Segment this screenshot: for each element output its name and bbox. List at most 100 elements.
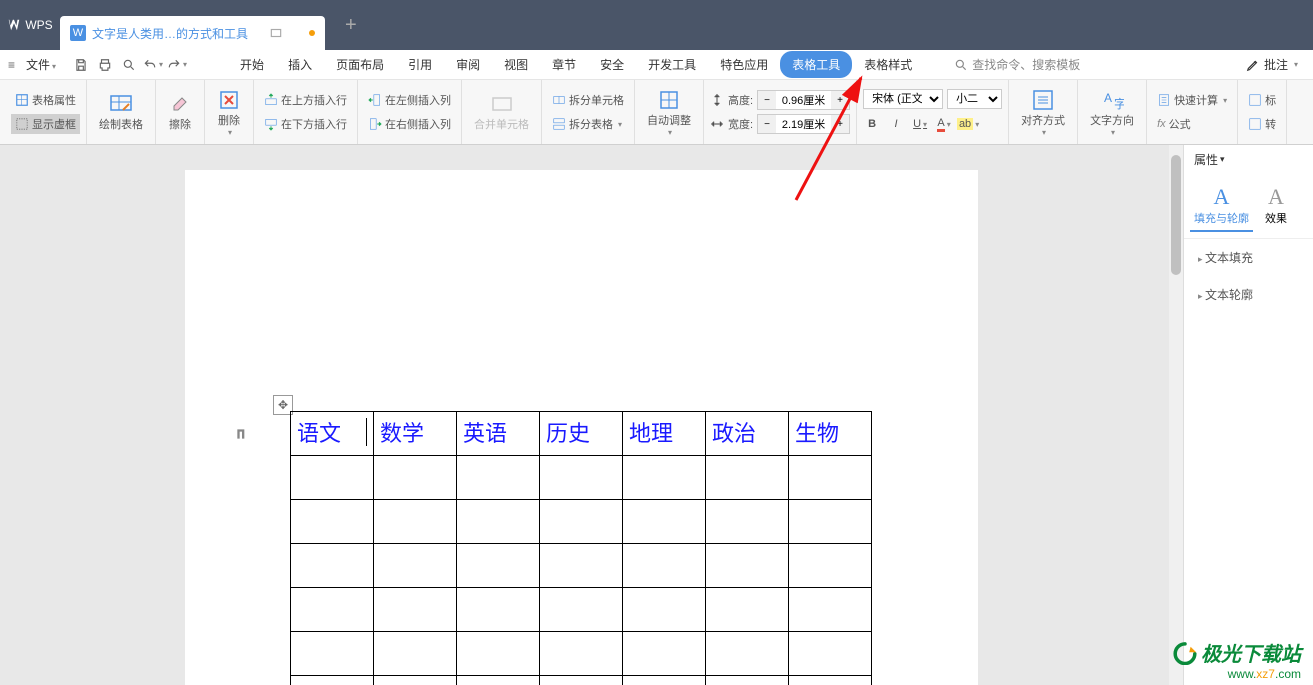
table-cell[interactable] [540,676,623,685]
autofit-button[interactable]: 自动调整 [641,84,697,141]
align-button[interactable]: 对齐方式 [1015,84,1071,141]
table-cell[interactable] [623,500,706,544]
table-cell[interactable]: 英语 [457,412,540,456]
table-cell[interactable] [706,544,789,588]
font-name-select[interactable]: 宋体 (正文) [863,89,943,109]
table-cell[interactable] [374,588,457,632]
table-cell[interactable] [540,456,623,500]
tab-pagelayout[interactable]: 页面布局 [324,51,396,78]
table-cell[interactable] [789,500,872,544]
table-cell[interactable]: 数学 [374,412,457,456]
comments-button[interactable]: 批注 [1236,56,1308,73]
height-stepper[interactable]: − + [757,90,850,110]
table-cell[interactable]: 语文 [291,412,374,456]
table-cell[interactable] [374,456,457,500]
width-stepper[interactable]: − + [757,114,850,134]
insert-row-above-button[interactable]: 在上方插入行 [260,90,351,110]
section-text-outline[interactable]: 文本轮廓 [1184,276,1313,313]
show-frame-button[interactable]: 显示虚框 [11,114,80,134]
tab-start[interactable]: 开始 [228,51,276,78]
prop-tab-effect[interactable]: A效果 [1261,180,1291,232]
height-plus[interactable]: + [831,91,849,109]
table-cell[interactable] [540,500,623,544]
search-box[interactable]: 查找命令、搜索模板 [954,56,1080,73]
table-cell[interactable] [540,632,623,676]
hamburger-icon[interactable]: ≡ [5,58,18,72]
heading-label-button[interactable]: 标 [1244,90,1280,110]
save-icon[interactable] [70,54,92,76]
tab-references[interactable]: 引用 [396,51,444,78]
insert-col-right-button[interactable]: 在右侧插入列 [364,114,455,134]
bold-button[interactable]: B [863,115,881,133]
table-properties-button[interactable]: 表格属性 [11,90,80,110]
table-cell[interactable] [623,676,706,685]
table-cell[interactable] [374,544,457,588]
tab-devtools[interactable]: 开发工具 [636,51,708,78]
tab-table-tools[interactable]: 表格工具 [780,51,852,78]
file-menu[interactable]: 文件 [18,56,64,73]
table-cell[interactable] [623,544,706,588]
split-cell-button[interactable]: 拆分单元格 [548,90,628,110]
quick-calc-button[interactable]: 快速计算 [1153,90,1231,110]
tab-table-style[interactable]: 表格样式 [852,51,924,78]
formula-button[interactable]: fx公式 [1153,114,1231,134]
tab-special[interactable]: 特色应用 [708,51,780,78]
table-cell[interactable] [789,676,872,685]
section-text-fill[interactable]: 文本填充 [1184,239,1313,276]
width-plus[interactable]: + [831,115,849,133]
table-cell[interactable] [706,632,789,676]
preview-icon[interactable] [118,54,140,76]
split-table-button[interactable]: 拆分表格 [548,114,628,134]
table-cell[interactable] [623,588,706,632]
add-tab-button[interactable]: + [345,14,357,37]
properties-header[interactable]: 属性 ▾ [1184,145,1313,174]
repeat-label-button[interactable]: 转 [1244,114,1280,134]
insert-row-below-button[interactable]: 在下方插入行 [260,114,351,134]
document-area[interactable]: 站 ✥ 语文 数学 英语 历史 地理 政治 生物 [0,145,1183,685]
highlight-button[interactable]: ab [959,115,977,133]
height-input[interactable] [776,91,831,109]
table-cell[interactable] [706,500,789,544]
print-icon[interactable] [94,54,116,76]
table-cell[interactable] [540,588,623,632]
table-cell[interactable] [291,500,374,544]
table-cell[interactable]: 历史 [540,412,623,456]
table-cell[interactable]: 生物 [789,412,872,456]
draw-table-button[interactable]: 绘制表格 [93,88,149,136]
table-cell[interactable] [706,676,789,685]
table-cell[interactable] [623,456,706,500]
table-cell[interactable] [457,588,540,632]
table-cell[interactable] [374,676,457,685]
underline-button[interactable]: U [911,115,929,133]
table-cell[interactable] [623,632,706,676]
table-cell[interactable] [374,500,457,544]
table-cell[interactable] [291,588,374,632]
prop-tab-fill[interactable]: A填充与轮廓 [1190,180,1253,232]
tab-chapter[interactable]: 章节 [540,51,588,78]
table-cell[interactable] [789,588,872,632]
tab-insert[interactable]: 插入 [276,51,324,78]
vertical-scrollbar[interactable] [1169,145,1183,685]
table-cell[interactable] [457,632,540,676]
italic-button[interactable]: I [887,115,905,133]
table-cell[interactable] [457,676,540,685]
undo-icon[interactable] [142,54,164,76]
table-cell[interactable] [291,632,374,676]
font-color-button[interactable]: A [935,115,953,133]
table-cell[interactable] [789,632,872,676]
table-cell[interactable] [706,456,789,500]
table-cell[interactable] [291,456,374,500]
table-cell[interactable] [374,632,457,676]
font-size-select[interactable]: 小二 [947,89,1002,109]
tab-view[interactable]: 视图 [492,51,540,78]
document-tab[interactable]: W 文字是人类用…的方式和工具 [60,16,325,50]
table-cell[interactable] [457,544,540,588]
tab-review[interactable]: 审阅 [444,51,492,78]
table-cell[interactable] [291,544,374,588]
width-minus[interactable]: − [758,115,776,133]
table-cell[interactable] [789,456,872,500]
insert-col-left-button[interactable]: 在左侧插入列 [364,90,455,110]
table-cell[interactable] [291,676,374,685]
table-cell[interactable] [540,544,623,588]
table-cell[interactable] [706,588,789,632]
